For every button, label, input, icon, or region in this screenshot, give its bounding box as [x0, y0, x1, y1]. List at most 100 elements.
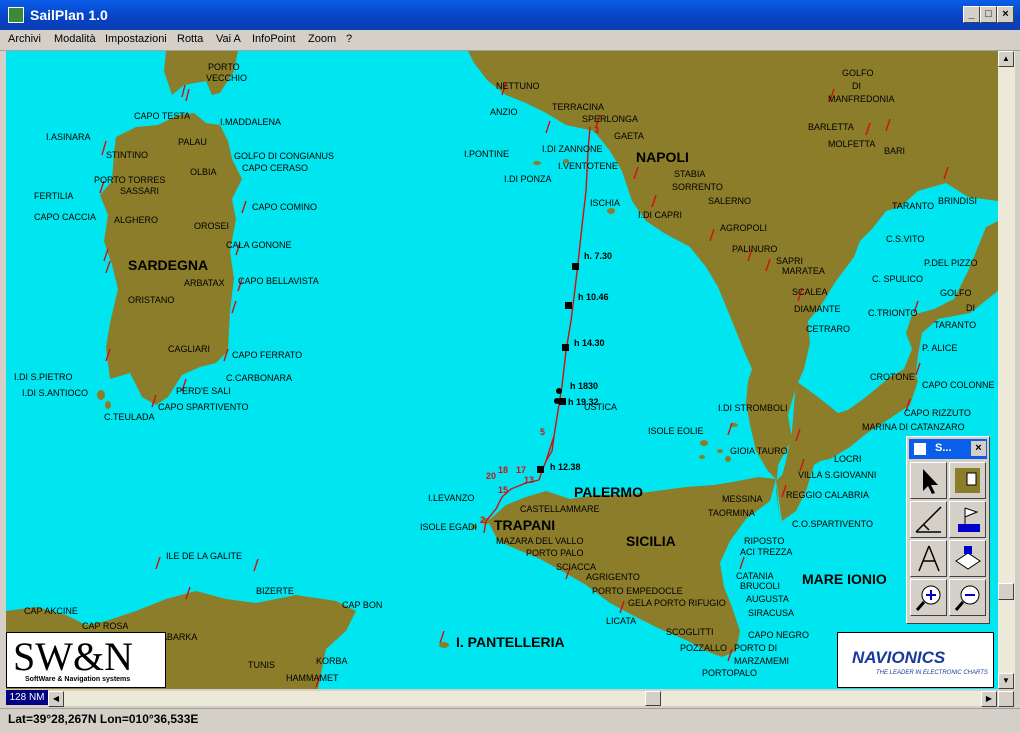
place-label: I.PONTINE [464, 149, 510, 159]
pointer-tool-button[interactable] [910, 462, 947, 499]
place-label: GELA PORTO RIFUGIO [628, 598, 726, 608]
horizontal-scroll-thumb[interactable] [645, 691, 661, 706]
menu-impostazioni[interactable]: Impostazioni [105, 33, 167, 45]
place-label: SCALEA [792, 287, 828, 297]
waypoint-flag-button[interactable] [949, 501, 986, 538]
route-number: 2 [480, 515, 486, 525]
place-label: GOLFO [842, 68, 874, 78]
place-label: GOLFO DI CONGIANUS [234, 151, 335, 161]
logbook-button[interactable] [949, 540, 986, 577]
place-label: VECCHIO [206, 73, 248, 83]
scroll-up-button[interactable]: ▲ [998, 51, 1014, 67]
place-label: C.CARBONARA [226, 373, 293, 383]
waypoint-time: h 12.38 [550, 462, 581, 472]
swan-logo: SW&N SoftWare & Navigation systems [6, 632, 166, 688]
vertical-scroll-thumb[interactable] [998, 583, 1014, 600]
place-label: MOLFETTA [828, 139, 876, 149]
place-label: SPERLONGA [582, 114, 639, 124]
zoom-in-button[interactable] [910, 579, 947, 616]
region-label: SARDEGNA [128, 257, 209, 273]
route-number: 20 [486, 471, 497, 481]
tool-palette-titlebar[interactable]: S... × [909, 439, 987, 459]
place-label: USTICA [584, 402, 618, 412]
place-label: GAETA [614, 131, 644, 141]
measure-tool-button[interactable] [910, 540, 947, 577]
place-label: LOCRI [834, 454, 862, 464]
menu-archivi[interactable]: Archivi [8, 33, 41, 45]
place-label: AGRIGENTO [586, 572, 640, 582]
place-label: CASTELLAMMARE [520, 504, 600, 514]
place-label: CAPO CERASO [242, 163, 309, 173]
tool-palette[interactable]: S... × [906, 436, 990, 624]
route-tool-button[interactable] [910, 501, 947, 538]
place-label: CETRARO [806, 324, 851, 334]
horizontal-bar: 128 NM ◀ ▶ [0, 689, 1020, 708]
place-label: OLBIA [190, 167, 217, 177]
place-label: I.DI S.ANTIOCO [22, 388, 89, 398]
waypoint-time: h 14.30 [574, 338, 605, 348]
chart-map[interactable]: 20 18 17 13 15 5 2 3 h 12.38 h 19.32 h 1… [6, 51, 998, 689]
place-label: ISOLE EOLIE [648, 426, 704, 436]
tool-palette-close-button[interactable]: × [971, 441, 986, 456]
place-label: CAP BON [342, 600, 383, 610]
menu-modalita[interactable]: Modalità [54, 33, 96, 45]
place-label: CAPO BELLAVISTA [238, 276, 319, 286]
menu-infopoint[interactable]: InfoPoint [252, 33, 295, 45]
swan-logo-subtitle: SoftWare & Navigation systems [25, 676, 131, 683]
place-label: PORTO EMPEDOCLE [592, 586, 683, 596]
place-label: PORTO PALO [526, 548, 584, 558]
place-label: DIAMANTE [794, 304, 841, 314]
place-label: SORRENTO [672, 182, 723, 192]
scroll-down-button[interactable]: ▼ [998, 673, 1014, 689]
menu-bar: Archivi Modalità Impostazioni Rotta Vai … [0, 30, 1020, 51]
info-tool-button[interactable] [949, 462, 986, 499]
compass-divider-icon [918, 545, 940, 572]
place-label: CAPO FERRATO [232, 350, 303, 360]
maximize-button[interactable]: □ [980, 6, 997, 23]
place-label: BRINDISI [938, 196, 978, 206]
resize-grip-icon[interactable] [998, 691, 1014, 707]
place-label: I.DI PONZA [504, 174, 552, 184]
vertical-scrollbar[interactable]: ▲ ▼ [998, 51, 1015, 689]
close-button[interactable]: × [997, 6, 1014, 23]
place-label: VILLA S.GIOVANNI [798, 470, 877, 480]
place-label: ORISTANO [128, 295, 175, 305]
route-number: 15 [498, 485, 509, 495]
zoom-out-button[interactable] [949, 579, 986, 616]
status-bar: Lat=39°28,267N Lon=010°36,533E [0, 708, 1020, 733]
menu-zoom[interactable]: Zoom [308, 33, 336, 45]
place-label: MARATEA [782, 266, 825, 276]
place-label: MESSINA [722, 494, 763, 504]
place-label: I.MADDALENA [220, 117, 282, 127]
place-label: C.S.VITO [886, 234, 925, 244]
place-label: CAPO COLONNE [922, 380, 995, 390]
map-info-icon [955, 468, 980, 493]
minimize-button[interactable]: _ [963, 6, 980, 23]
menu-help[interactable]: ? [346, 33, 352, 45]
scroll-right-button[interactable]: ▶ [981, 691, 997, 707]
menu-vai-a[interactable]: Vai A [216, 33, 241, 45]
palette-icon [914, 443, 926, 455]
place-label: MANFREDONIA [828, 94, 895, 104]
place-label: FERTILIA [34, 191, 74, 201]
title-bar[interactable]: SailPlan 1.0 _ □ × [0, 0, 1020, 30]
place-label: CAPO NEGRO [748, 630, 810, 640]
place-label: I.ASINARA [46, 132, 91, 142]
place-label: BIZERTE [256, 586, 294, 596]
app-icon[interactable] [8, 7, 24, 23]
place-label: OROSEI [194, 221, 230, 231]
waypoint-time: h. 7.30 [584, 251, 613, 261]
place-label: SIRACUSA [748, 608, 795, 618]
route-number: 13 [524, 475, 535, 485]
place-label: CAPO TESTA [134, 111, 191, 121]
horizontal-scrollbar[interactable] [64, 691, 981, 706]
menu-rotta[interactable]: Rotta [177, 33, 203, 45]
place-label: PORTO DI [734, 643, 778, 653]
navionics-logo-subtitle: THE LEADER IN ELECTRONIC CHARTS [876, 670, 988, 676]
scroll-left-button[interactable]: ◀ [48, 691, 64, 707]
place-label: STABIA [674, 169, 706, 179]
place-label: C. SPULICO [872, 274, 924, 284]
place-label: P. ALICE [922, 343, 958, 353]
place-label: MARZAMEMI [734, 656, 789, 666]
place-label: DI [966, 303, 975, 313]
